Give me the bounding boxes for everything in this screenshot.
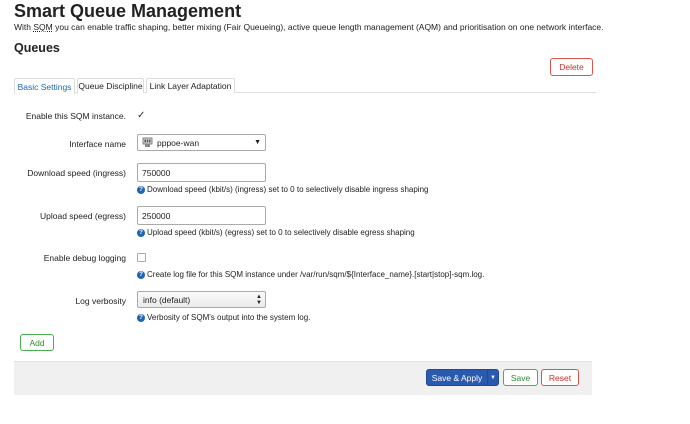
- download-help-text: Download speed (kbit/s) (ingress) set to…: [147, 185, 429, 194]
- network-interface-icon: [142, 137, 153, 148]
- download-label: Download speed (ingress): [27, 168, 126, 178]
- description-text: you can enable traffic shaping, better m…: [52, 22, 604, 32]
- question-icon: ?: [137, 228, 145, 237]
- page-description: With SQM you can enable traffic shaping,…: [14, 22, 604, 32]
- save-button[interactable]: Save: [503, 369, 538, 386]
- download-speed-value: 750000: [142, 167, 171, 178]
- add-button[interactable]: Add: [20, 334, 54, 351]
- upload-speed-input[interactable]: 250000: [137, 206, 266, 225]
- interface-value: pppoe-wan: [157, 137, 200, 148]
- tab-link-layer-adaptation[interactable]: Link Layer Adaptation: [146, 78, 235, 93]
- enable-label: Enable this SQM instance.: [25, 111, 126, 121]
- download-speed-input[interactable]: 750000: [137, 163, 266, 182]
- upload-speed-value: 250000: [142, 210, 171, 221]
- upload-label: Upload speed (egress): [40, 211, 126, 221]
- description-prefix: With: [14, 22, 34, 32]
- tab-bar: Basic Settings Queue Discipline Link Lay…: [14, 78, 596, 94]
- debug-help: ? Create log file for this SQM instance …: [137, 270, 484, 279]
- log-verbosity-select[interactable]: info (default) ▲ ▼: [137, 291, 266, 308]
- download-help: ? Download speed (kbit/s) (ingress) set …: [137, 185, 428, 194]
- save-apply-dropdown-button[interactable]: ▼: [487, 369, 499, 386]
- upload-help-text: Upload speed (kbit/s) (egress) set to 0 …: [147, 228, 415, 237]
- up-down-arrows-icon: ▲ ▼: [256, 294, 262, 306]
- verbosity-help: ? Verbosity of SQM's output into the sys…: [137, 313, 310, 322]
- checkmark-icon: ✓: [137, 110, 146, 121]
- enable-checkbox[interactable]: ✓: [137, 111, 145, 121]
- debug-label: Enable debug logging: [43, 253, 126, 263]
- page-title: Smart Queue Management: [14, 1, 242, 21]
- debug-help-text: Create log file for this SQM instance un…: [147, 270, 485, 279]
- save-apply-button[interactable]: Save & Apply: [426, 369, 488, 386]
- log-verbosity-value: info (default): [143, 294, 191, 305]
- reset-button[interactable]: Reset: [541, 369, 579, 386]
- chevron-down-icon: ▼: [254, 139, 261, 146]
- sqm-abbreviation: SQM: [33, 22, 53, 32]
- caret-down-icon: ▼: [490, 374, 496, 381]
- tab-basic-settings[interactable]: Basic Settings: [14, 78, 75, 94]
- question-icon: ?: [137, 270, 145, 279]
- verbosity-help-text: Verbosity of SQM's output into the syste…: [147, 313, 311, 322]
- upload-help: ? Upload speed (kbit/s) (egress) set to …: [137, 228, 415, 237]
- question-icon: ?: [137, 185, 145, 194]
- delete-button[interactable]: Delete: [550, 58, 593, 76]
- interface-label: Interface name: [69, 139, 126, 149]
- tab-queue-discipline[interactable]: Queue Discipline: [77, 78, 144, 93]
- verbosity-label: Log verbosity: [75, 296, 126, 306]
- interface-select[interactable]: pppoe-wan ▼: [137, 134, 266, 151]
- question-icon: ?: [137, 313, 145, 322]
- debug-logging-checkbox[interactable]: [137, 253, 146, 262]
- section-title: Queues: [14, 41, 60, 55]
